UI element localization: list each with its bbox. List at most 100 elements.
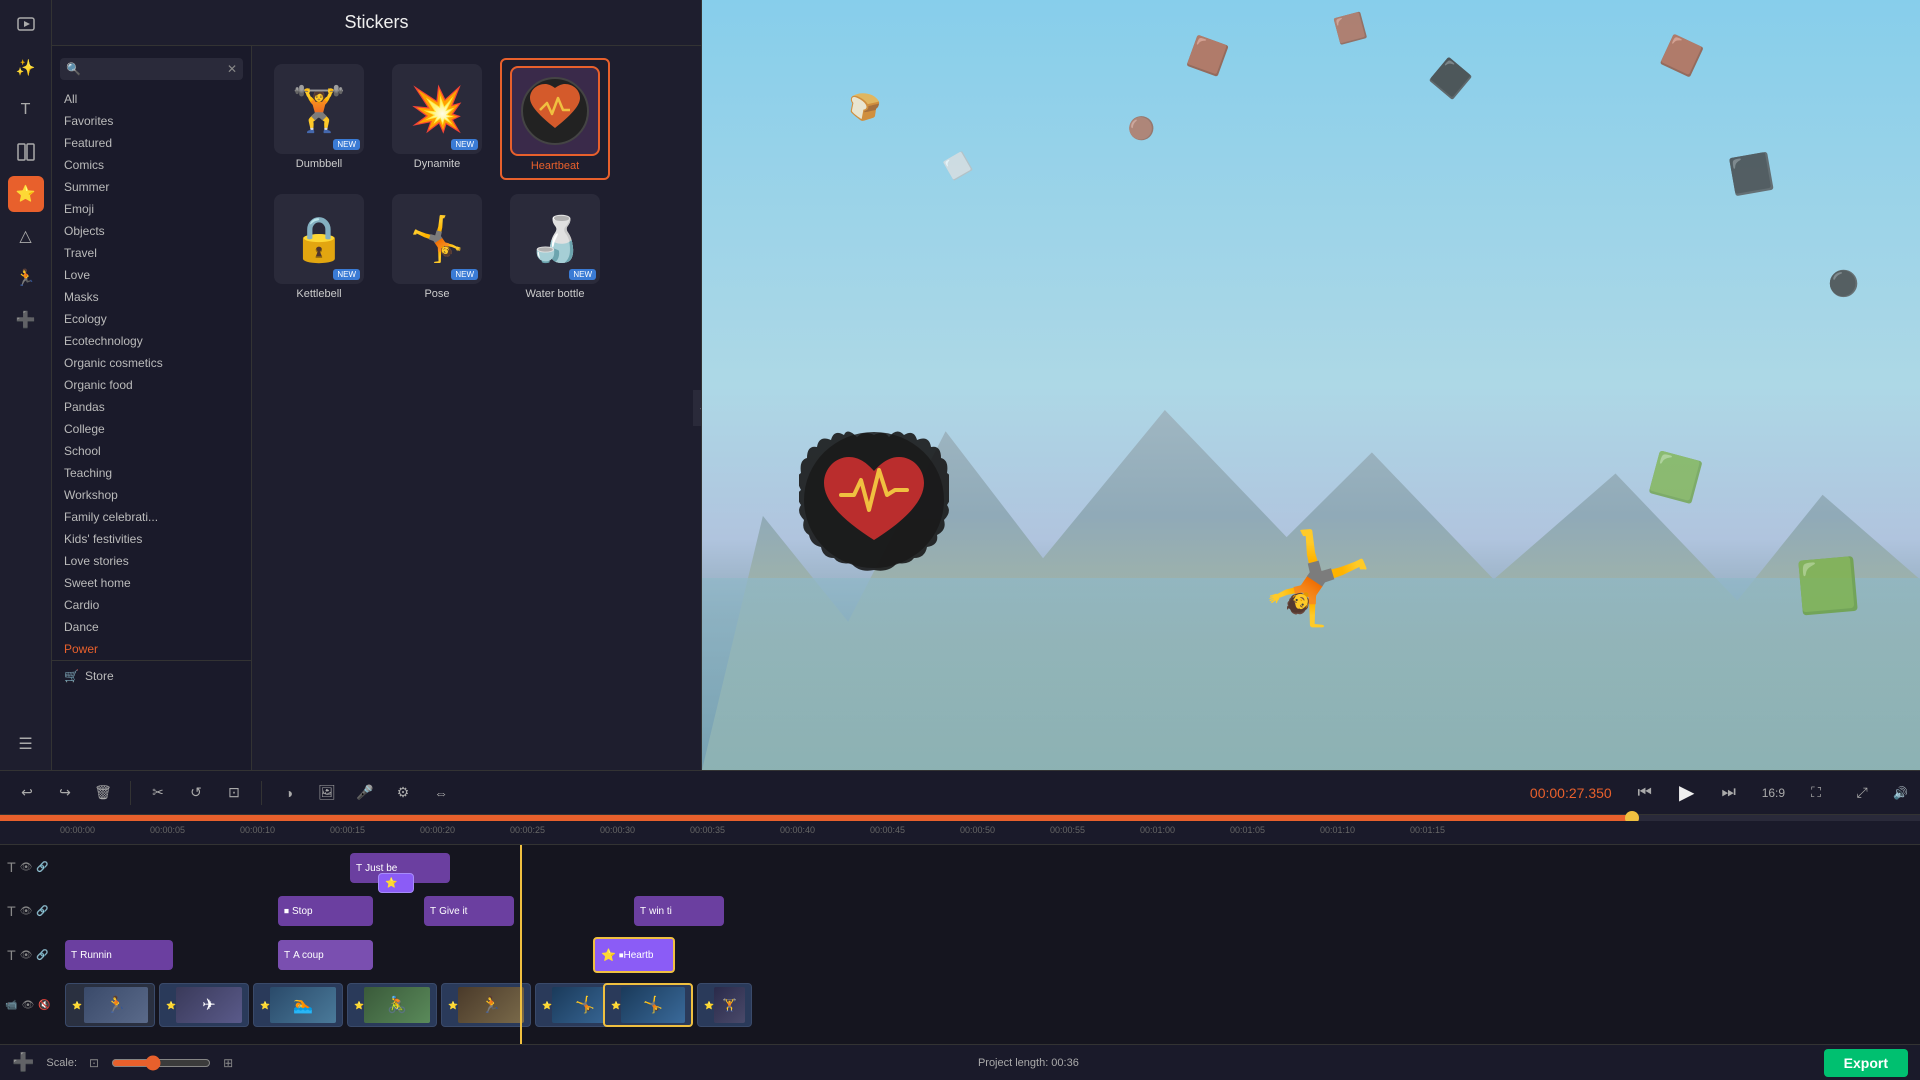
video-clip-3[interactable]: ⭐ 🏊 [253,983,343,1027]
cat-school[interactable]: School [52,440,251,462]
cat-masks[interactable]: Masks [52,286,251,308]
redo-button[interactable]: ↪ [50,778,80,808]
sticker-water-bottle[interactable]: 🍶 NEW Water bottle [500,188,610,306]
scale-slider[interactable] [111,1055,211,1071]
cat-kids[interactable]: Kids' festivities [52,528,251,550]
clip-give-it[interactable]: T Give it [424,896,514,926]
export-button[interactable]: Export [1824,1049,1908,1077]
cat-love[interactable]: Love [52,264,251,286]
toolbar-effects-icon[interactable]: ✨ [8,50,44,86]
clip-runnin[interactable]: T Runnin [65,940,173,970]
cat-cardio[interactable]: Cardio [52,594,251,616]
cat-pandas[interactable]: Pandas [52,396,251,418]
cat-comics[interactable]: Comics [52,154,251,176]
rewind-button[interactable]: ⏮ [1628,776,1662,810]
cat-travel[interactable]: Travel [52,242,251,264]
scale-label: Scale: [46,1057,77,1069]
mic-button[interactable]: 🎤 [350,778,380,808]
bottom-controls: ➕ Scale: ⊡ ⊞ Project length: 00:36 Expor… [0,1044,1920,1080]
playhead[interactable] [520,845,522,1044]
toolbar-add-icon[interactable]: ➕ [8,302,44,338]
rotate-button[interactable]: ↺ [181,778,211,808]
cat-all[interactable]: All [52,88,251,110]
cat-love-stories[interactable]: Love stories [52,550,251,572]
track-text-2: T 👁 🔗 ⏹ Stop T A coup T Give it [60,889,1920,933]
clip-stop[interactable]: ⏹ Stop [278,896,373,926]
clip-a-coup-2[interactable]: T A coup [278,940,373,970]
sticker-kettlebell-thumb: 🔒 NEW [274,194,364,284]
toolbar-menu-icon[interactable]: ☰ [8,726,44,762]
bottom-area: ↩ ↪ 🗑 ✂ ↺ ⊡ ◑ 🖼 🎤 ⚙ ⇔ 00:00:27.350 ⏮ ▶ ⏭… [0,770,1920,1080]
store-button[interactable]: 🛒 Store [52,660,251,691]
video-clip-4[interactable]: ⭐ 🚴 [347,983,437,1027]
cat-featured[interactable]: Featured [52,132,251,154]
categories-sidebar: 🔍 ✕ All Favorites Featured Comics Summer… [52,46,252,770]
sticker-pose[interactable]: 🤸 NEW Pose [382,188,492,306]
track-label-video: 📹 👁 🔇 [2,1000,54,1011]
track-video: 📹 👁 🔇 ⭐ 🏃 ⭐ ✈ ⭐ 🏊 ⭐ [60,977,1920,1033]
cat-objects[interactable]: Objects [52,220,251,242]
video-clip-1[interactable]: ⭐ 🏃 [65,983,155,1027]
clip-win-ti[interactable]: T win ti [634,896,724,926]
toolbar-shapes-icon[interactable]: △ [8,218,44,254]
video-clip-5[interactable]: ⭐ 🏃 [441,983,531,1027]
fast-forward-button[interactable]: ⏭ [1712,776,1746,810]
cat-emoji[interactable]: Emoji [52,198,251,220]
cat-ecotechnology[interactable]: Ecotechnology [52,330,251,352]
cat-summer[interactable]: Summer [52,176,251,198]
toolbar-sports-icon[interactable]: 🏃 [8,260,44,296]
cat-teaching[interactable]: Teaching [52,462,251,484]
toolbar-titles-icon[interactable]: T [8,92,44,128]
cat-power[interactable]: Power [52,638,251,660]
sticker-dynamite[interactable]: 💥 NEW Dynamite [382,58,492,180]
delete-button[interactable]: 🗑 [88,778,118,808]
store-icon: 🛒 [64,669,79,683]
sticker-heartbeat-label: Heartbeat [531,160,579,172]
sticker-pose-label: Pose [424,288,449,300]
adjust-button[interactable]: ⇔ [426,778,456,808]
add-track-button[interactable]: ➕ [12,1052,34,1073]
collapse-panel-arrow[interactable]: ‹ [693,390,701,426]
left-toolbar: ✨ T ⭐ △ 🏃 ➕ ☰ [0,0,52,770]
clip-heartb[interactable]: ⭐ ⏹ Heartb [593,937,675,973]
sticker-dumbbell-label: Dumbbell [296,158,342,170]
sticker-dumbbell-thumb: 🏋️ NEW [274,64,364,154]
cat-ecology[interactable]: Ecology [52,308,251,330]
search-icon: 🔍 [66,62,81,76]
settings-button[interactable]: ⚙ [388,778,418,808]
cat-organic-food[interactable]: Organic food [52,374,251,396]
cat-college[interactable]: College [52,418,251,440]
sticker-grid: 🏋️ NEW Dumbbell 💥 NEW Dynamite [252,46,701,318]
play-pause-button[interactable]: ▶ [1670,776,1704,810]
cat-workshop[interactable]: Workshop [52,484,251,506]
toolbar-stickers-icon[interactable]: ⭐ [8,176,44,212]
volume-icon: 🔊 [1893,786,1908,800]
track-audio: 🎵 👁 🔇 [60,1033,1920,1044]
expand-button[interactable]: ⤢ [1847,778,1877,808]
toolbar-transitions-icon[interactable] [8,134,44,170]
image-button[interactable]: 🖼 [312,778,342,808]
sticker-heartbeat[interactable]: Heartbeat [500,58,610,180]
video-clip-8[interactable]: ⭐ 🏋️ [697,983,752,1027]
color-button[interactable]: ◑ [274,778,304,808]
cat-sweet-home[interactable]: Sweet home [52,572,251,594]
sticker-kettlebell[interactable]: 🔒 NEW Kettlebell [264,188,374,306]
cat-favorites[interactable]: Favorites [52,110,251,132]
video-clip-2[interactable]: ⭐ ✈ [159,983,249,1027]
cat-dance[interactable]: Dance [52,616,251,638]
track-label-text-3: T 👁 🔗 [2,947,54,963]
cut-button[interactable]: ✂ [143,778,173,808]
toolbar-media-icon[interactable] [8,8,44,44]
editor-toolbar: ↩ ↪ 🗑 ✂ ↺ ⊡ ◑ 🖼 🎤 ⚙ ⇔ 00:00:27.350 ⏮ ▶ ⏭… [0,771,1920,815]
crop-button[interactable]: ⊡ [219,778,249,808]
volume-control: 🔊 [1893,786,1908,800]
close-icon[interactable]: ✕ [227,62,237,76]
video-clip-7[interactable]: ⭐ 🤸 [603,983,693,1027]
sticker-dumbbell[interactable]: 🏋️ NEW Dumbbell [264,58,374,180]
cat-family[interactable]: Family celebrati... [52,506,251,528]
cat-organic-cosmetics[interactable]: Organic cosmetics [52,352,251,374]
fullscreen-button[interactable]: ⛶ [1801,778,1831,808]
play-controls: ⏮ ▶ ⏭ [1628,776,1746,810]
undo-button[interactable]: ↩ [12,778,42,808]
search-input[interactable] [85,62,227,76]
